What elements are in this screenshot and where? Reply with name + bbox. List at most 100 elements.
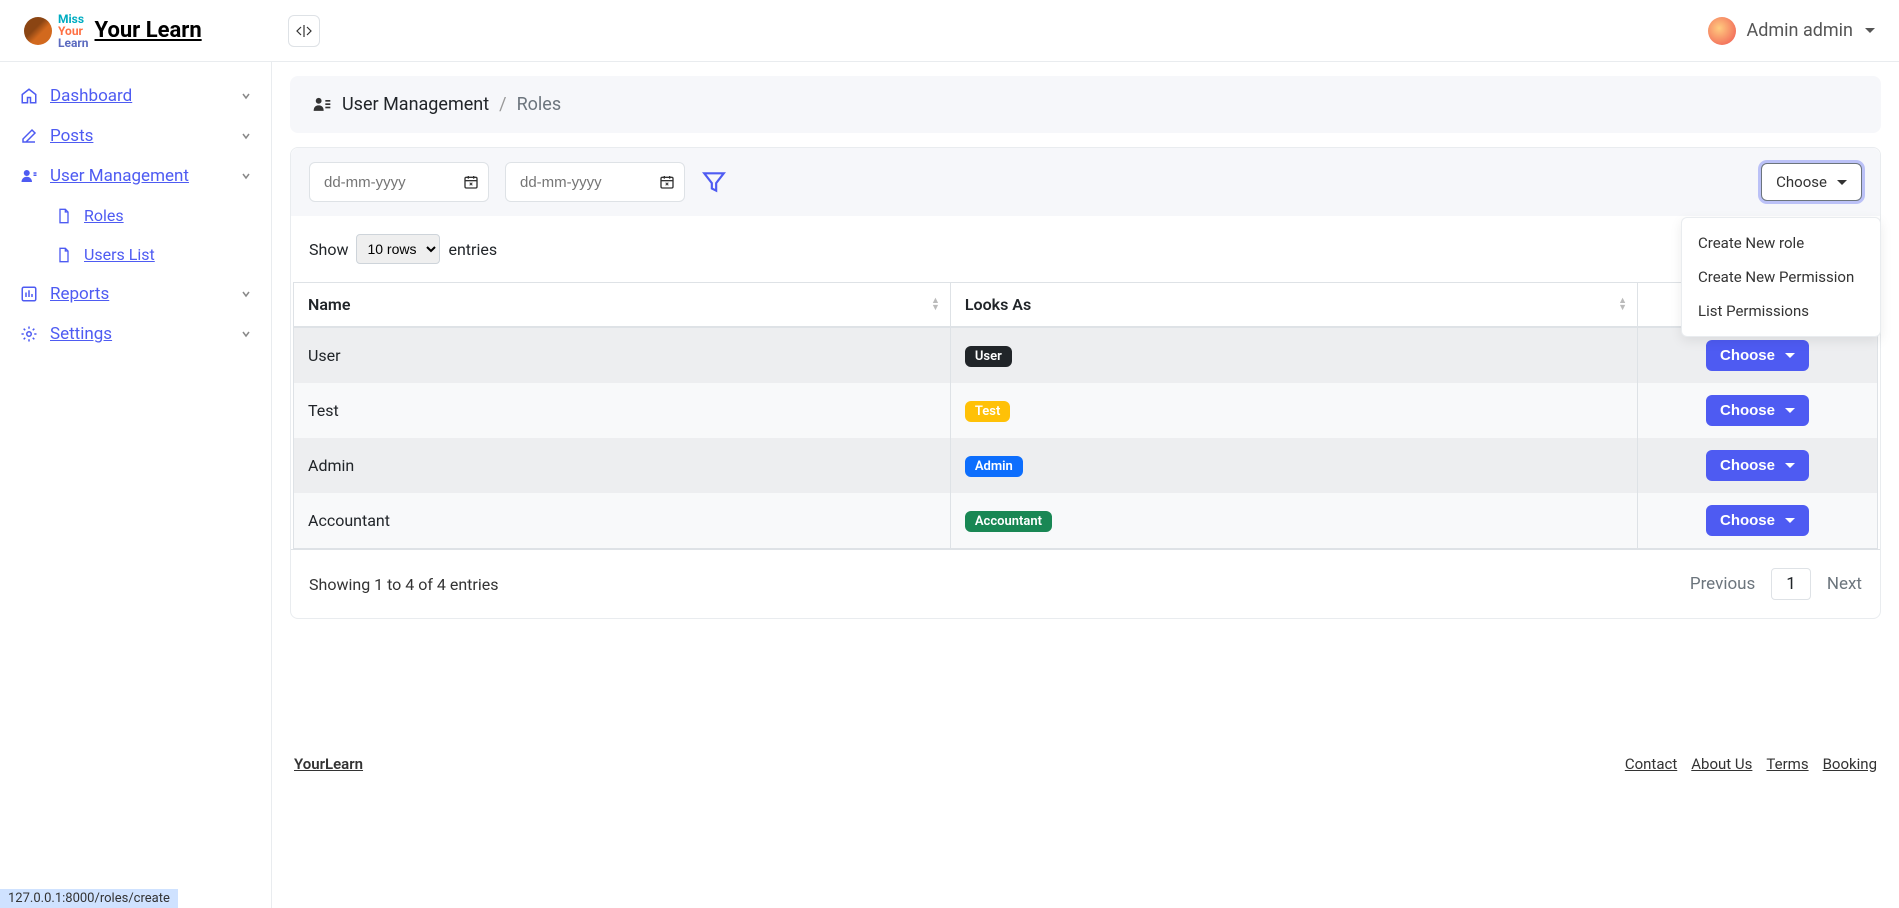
- status-bar: 127.0.0.1:8000/roles/create: [0, 889, 178, 908]
- role-badge: Test: [965, 401, 1010, 422]
- collapse-icon: [296, 25, 312, 37]
- row-choose-button[interactable]: Choose: [1706, 505, 1809, 536]
- show-label: Show: [309, 240, 348, 259]
- roles-table: Name▲▼ Looks As▲▼ UserUserChoose TestTes…: [293, 282, 1878, 549]
- footer-link-booking[interactable]: Booking: [1823, 755, 1877, 773]
- cell-name: User: [294, 327, 951, 383]
- prev-button[interactable]: Previous: [1690, 574, 1755, 594]
- calendar-icon: [659, 174, 675, 190]
- brand-logo-icon: [24, 17, 52, 45]
- menu-list-permissions[interactable]: List Permissions: [1682, 294, 1880, 328]
- calendar-icon: [463, 174, 479, 190]
- role-badge: User: [965, 346, 1012, 367]
- menu-create-role[interactable]: Create New role: [1682, 226, 1880, 260]
- cell-name: Test: [294, 383, 951, 438]
- footer: YourLearn Contact About Us Terms Booking: [290, 739, 1881, 789]
- choose-label: Choose: [1776, 173, 1827, 191]
- chevron-down-icon: [1785, 353, 1795, 358]
- table-row: Test Test Choose: [294, 383, 1878, 438]
- sidebar-item-label: Settings: [50, 324, 112, 344]
- role-badge: Accountant: [965, 511, 1052, 532]
- page-number[interactable]: 1: [1771, 568, 1811, 600]
- sort-icon: ▲▼: [931, 298, 940, 312]
- cell-name: Accountant: [294, 493, 951, 549]
- footer-link-terms[interactable]: Terms: [1766, 755, 1808, 773]
- choose-dropdown-menu: Create New role Create New Permission Li…: [1681, 217, 1881, 337]
- date-from-input[interactable]: [309, 162, 489, 202]
- row-choose-button[interactable]: Choose: [1706, 450, 1809, 481]
- table-row: Accountant Accountant Choose: [294, 493, 1878, 549]
- cell-looks-as: User: [950, 327, 1637, 383]
- sidebar-subitem-users-list[interactable]: Users List: [0, 235, 271, 274]
- edit-icon: [20, 127, 40, 145]
- choose-dropdown-button[interactable]: Choose: [1761, 163, 1862, 201]
- avatar-icon: [1708, 17, 1736, 45]
- sidebar: Dashboard Posts User Management: [0, 62, 272, 908]
- breadcrumb-separator: /: [499, 94, 506, 115]
- cell-looks-as: Test: [950, 383, 1637, 438]
- user-menu[interactable]: Admin admin: [1708, 17, 1899, 45]
- sort-icon: ▲▼: [1618, 298, 1627, 312]
- sidebar-toggle-button[interactable]: [288, 15, 320, 47]
- rows-select[interactable]: 10 rows: [356, 234, 440, 264]
- main-content: User Management / Roles: [272, 62, 1899, 908]
- chevron-down-icon: [241, 131, 251, 141]
- sidebar-item-label: Reports: [50, 284, 109, 304]
- chevron-down-icon: [1865, 28, 1875, 33]
- cell-actions: Choose: [1638, 493, 1878, 549]
- footer-brand[interactable]: YourLearn: [294, 755, 363, 773]
- table-row: AdminAdmin Choose: [294, 438, 1878, 493]
- date-to-input[interactable]: [505, 162, 685, 202]
- row-choose-button[interactable]: Choose: [1706, 395, 1809, 426]
- sidebar-subitem-roles[interactable]: Roles: [0, 196, 271, 235]
- sidebar-item-reports[interactable]: Reports: [0, 274, 271, 314]
- breadcrumb: User Management / Roles: [290, 76, 1881, 133]
- footer-link-about[interactable]: About Us: [1691, 755, 1752, 773]
- brand-name[interactable]: Your Learn: [95, 18, 202, 43]
- sidebar-item-label: Users List: [84, 245, 155, 264]
- table-info: Showing 1 to 4 of 4 entries: [309, 575, 498, 594]
- table-row: User User Choose: [294, 327, 1878, 383]
- row-choose-button[interactable]: Choose: [1706, 340, 1809, 371]
- chevron-down-icon: [241, 289, 251, 299]
- sidebar-item-dashboard[interactable]: Dashboard: [0, 76, 271, 116]
- brand-area[interactable]: Miss Your Learn Your Learn: [0, 13, 272, 49]
- sidebar-item-label: Posts: [50, 126, 93, 146]
- footer-link-contact[interactable]: Contact: [1625, 755, 1677, 773]
- sidebar-item-posts[interactable]: Posts: [0, 116, 271, 156]
- home-icon: [20, 87, 40, 105]
- cell-looks-as: Admin: [950, 438, 1637, 493]
- chevron-down-icon: [241, 91, 251, 101]
- sidebar-item-user-management[interactable]: User Management: [0, 156, 271, 196]
- breadcrumb-section[interactable]: User Management: [342, 94, 489, 115]
- col-name[interactable]: Name▲▼: [294, 283, 951, 328]
- next-button[interactable]: Next: [1827, 574, 1862, 594]
- breadcrumb-current: Roles: [517, 94, 562, 115]
- document-icon: [56, 247, 74, 263]
- sidebar-item-label: User Management: [50, 166, 189, 186]
- cell-name: Admin: [294, 438, 951, 493]
- brand-logo-text: Miss Your Learn: [58, 13, 89, 49]
- filter-button[interactable]: [701, 169, 727, 195]
- chevron-down-icon: [1785, 463, 1795, 468]
- chevron-down-icon: [1785, 518, 1795, 523]
- topbar: Miss Your Learn Your Learn Admin admin: [0, 0, 1899, 62]
- sidebar-item-settings[interactable]: Settings: [0, 314, 271, 354]
- chevron-down-icon: [241, 329, 251, 339]
- user-name: Admin admin: [1746, 20, 1853, 41]
- cell-actions: Choose: [1638, 383, 1878, 438]
- chevron-down-icon: [1785, 408, 1795, 413]
- sidebar-item-label: Dashboard: [50, 86, 132, 106]
- filter-bar: Choose: [291, 148, 1880, 216]
- panel: Choose Show 10 rows entries Search: [290, 147, 1881, 619]
- chevron-down-icon: [241, 171, 251, 181]
- gear-icon: [20, 325, 40, 343]
- entries-label: entries: [448, 240, 497, 259]
- sidebar-item-label: Roles: [84, 206, 124, 225]
- cell-actions: Choose: [1638, 438, 1878, 493]
- col-looks-as[interactable]: Looks As▲▼: [950, 283, 1637, 328]
- menu-create-permission[interactable]: Create New Permission: [1682, 260, 1880, 294]
- user-icon: [20, 167, 40, 185]
- table-controls: Show 10 rows entries Search: [291, 216, 1880, 282]
- table-footer: Showing 1 to 4 of 4 entries Previous 1 N…: [291, 549, 1880, 618]
